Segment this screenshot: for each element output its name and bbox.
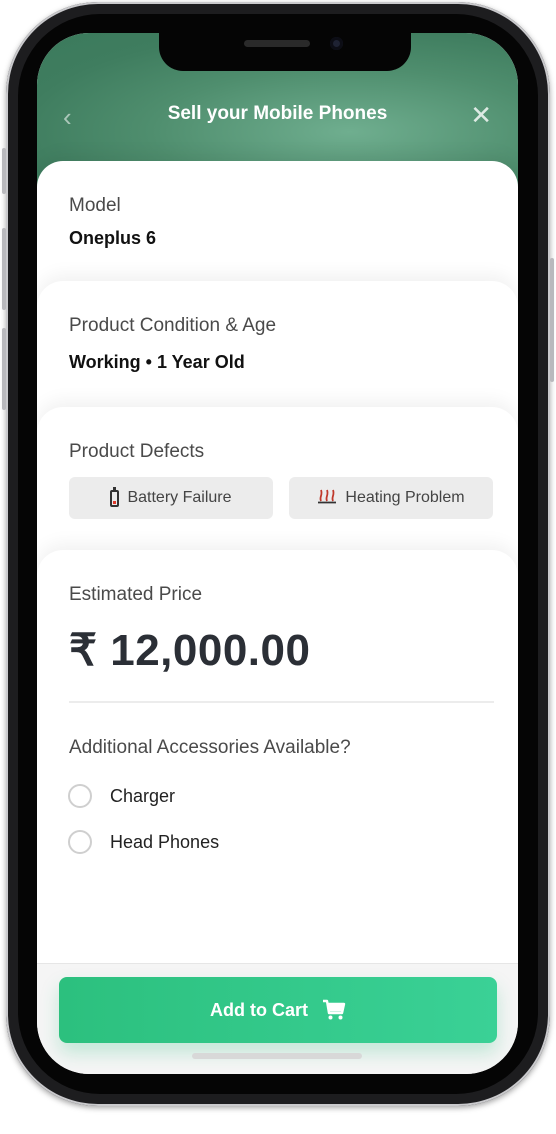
price-card: Estimated Price (37, 550, 518, 974)
add-to-cart-button[interactable]: Add to Cart (59, 977, 497, 1043)
side-button-left-2 (2, 228, 6, 310)
price-label: Estimated Price (69, 584, 203, 605)
condition-label: Product Condition & Age (69, 315, 277, 336)
defects-label: Product Defects (69, 441, 205, 462)
accessories-label: Additional Accessories Available? (69, 737, 351, 758)
notch (159, 33, 411, 71)
top-bar: ‹ Sell your Mobile Phones ✕ (37, 97, 518, 137)
cart-icon (322, 999, 346, 1021)
headphones-label[interactable]: Head Phones (110, 832, 219, 853)
defect-chip-label: Heating Problem (345, 489, 465, 506)
charger-radio[interactable] (68, 784, 92, 808)
close-icon[interactable]: ✕ (470, 97, 492, 133)
condition-card[interactable]: Product Condition & Age Working • 1 Year… (37, 281, 518, 426)
heat-icon (317, 487, 337, 510)
app-screen: ‹ Sell your Mobile Phones ✕ Model Oneplu… (37, 33, 518, 1074)
defects-card[interactable]: Product Defects Battery Failure Heating … (37, 407, 518, 567)
headphones-radio[interactable] (68, 830, 92, 854)
side-button-left-1 (2, 148, 6, 194)
side-button-right (550, 258, 554, 382)
battery-icon (110, 486, 120, 507)
defect-chip-battery[interactable]: Battery Failure (69, 477, 273, 519)
speaker-grille (244, 40, 310, 47)
front-camera (330, 37, 343, 50)
page-title: Sell your Mobile Phones (167, 103, 388, 124)
add-to-cart-label: Add to Cart (210, 999, 308, 1020)
condition-value: Working • 1 Year Old (69, 352, 245, 372)
side-button-left-3 (2, 328, 6, 410)
estimated-price: ₹ 12,000.00 (69, 626, 311, 675)
model-value: Oneplus 6 (69, 228, 157, 248)
charger-label[interactable]: Charger (110, 786, 175, 807)
defect-chip-label: Battery Failure (127, 489, 232, 506)
defect-chip-heating[interactable]: Heating Problem (289, 477, 493, 519)
model-card[interactable]: Model Oneplus 6 (37, 161, 518, 301)
model-label: Model (69, 195, 121, 216)
divider (69, 701, 494, 703)
home-indicator[interactable] (192, 1053, 362, 1059)
